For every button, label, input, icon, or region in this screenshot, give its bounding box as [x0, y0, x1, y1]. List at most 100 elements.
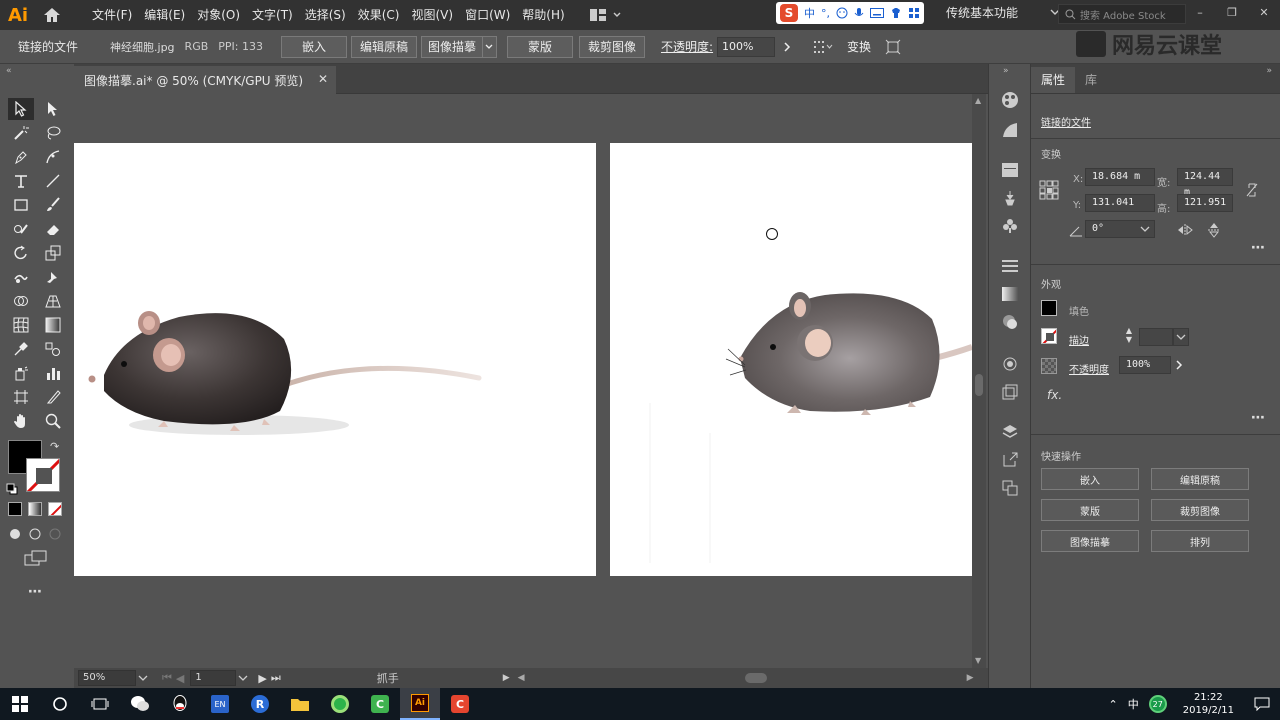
mesh-tool-icon[interactable] — [8, 314, 34, 336]
tray-badge[interactable]: 27 — [1148, 695, 1167, 713]
chevron-right-icon[interactable] — [1175, 360, 1183, 370]
menu-help[interactable]: 帮助(H) — [516, 0, 570, 30]
sogou-icon[interactable]: S — [780, 4, 798, 22]
zoom-tool-icon[interactable] — [40, 410, 66, 432]
qa-embed-button[interactable]: 嵌入 — [1041, 468, 1139, 490]
first-artboard-icon[interactable]: ⏮ — [162, 671, 172, 685]
menu-file[interactable]: 文件(F) — [86, 0, 138, 30]
chevron-down-icon[interactable] — [138, 674, 148, 682]
perspective-grid-tool-icon[interactable] — [40, 290, 66, 312]
default-colors-icon[interactable] — [6, 480, 18, 495]
qa-edit-original-button[interactable]: 编辑原稿 — [1151, 468, 1249, 490]
stroke-weight-stepper[interactable]: ▲ ▼ — [1121, 326, 1137, 346]
mic-icon[interactable] — [854, 7, 864, 19]
qq-icon[interactable] — [160, 688, 200, 720]
linked-filename[interactable]: 神经细胞.jpg — [110, 39, 175, 55]
opacity-input[interactable]: 100% — [717, 36, 776, 57]
camtasia-green-icon[interactable]: C — [360, 688, 400, 720]
mouse-photo-image[interactable] — [74, 143, 596, 576]
next-artboard-icon[interactable]: ▶ — [258, 672, 266, 685]
stroke-weight-input[interactable] — [1139, 328, 1173, 346]
transform-link[interactable]: 变换 — [847, 38, 871, 55]
menu-window[interactable]: 窗口(W) — [459, 0, 516, 30]
opacity-value-input[interactable]: 100% — [1119, 356, 1171, 374]
artboards-panel-icon[interactable] — [1000, 478, 1020, 498]
keyboard-icon[interactable] — [870, 8, 884, 18]
opacity-label[interactable]: 不透明度: — [661, 38, 713, 55]
crop-image-button[interactable]: 裁剪图像 — [578, 35, 645, 58]
x-input[interactable]: 18.684 m — [1085, 168, 1155, 186]
type-tool-icon[interactable] — [8, 170, 34, 192]
eraser-tool-icon[interactable] — [40, 218, 66, 240]
selection-tool-icon[interactable] — [8, 98, 34, 120]
ime-toolbar[interactable]: S 中 °, — [776, 2, 924, 24]
hand-tool-icon[interactable] — [8, 410, 34, 432]
flip-vertical-icon[interactable] — [1207, 222, 1221, 238]
mask-button[interactable]: 蒙版 — [506, 35, 573, 58]
last-artboard-icon[interactable]: ⏭ — [271, 671, 281, 685]
stroke-panel-icon[interactable] — [1000, 256, 1020, 276]
height-input[interactable]: 121.951 — [1177, 194, 1233, 212]
brushes-icon[interactable] — [1000, 188, 1020, 208]
symbol-sprayer-tool-icon[interactable] — [8, 362, 34, 384]
ime-mode[interactable]: 中 — [804, 5, 815, 21]
file-explorer-icon[interactable] — [280, 688, 320, 720]
edit-original-button[interactable]: 编辑原稿 — [350, 35, 417, 58]
task-view-icon[interactable] — [80, 688, 120, 720]
y-input[interactable]: 131.041 — [1085, 194, 1155, 212]
align-icon[interactable] — [813, 40, 833, 54]
direct-selection-tool-icon[interactable] — [40, 98, 66, 120]
collapse-panel-icon[interactable]: » — [1266, 66, 1272, 76]
fx-button[interactable]: fx. — [1047, 388, 1062, 402]
toolbox-icon[interactable] — [908, 7, 920, 19]
collapse-strip-icon[interactable]: » — [1003, 66, 1009, 76]
notification-center-icon[interactable] — [1244, 697, 1280, 711]
lasso-tool-icon[interactable] — [40, 122, 66, 144]
reference-point-icon[interactable] — [1039, 180, 1059, 200]
opacity-link[interactable]: 不透明度 — [1069, 361, 1109, 376]
artboard-number-input[interactable]: 1 — [190, 670, 237, 686]
symbols-icon[interactable] — [1000, 216, 1020, 236]
color-guide-icon[interactable] — [1000, 120, 1020, 140]
document-tab[interactable]: 图像描摹.ai* @ 50% (CMYK/GPU 预览) ✕ — [74, 66, 336, 94]
column-graph-tool-icon[interactable] — [40, 362, 66, 384]
width-input[interactable]: 124.44 m — [1177, 168, 1233, 198]
scroll-up-icon[interactable]: ▲ — [975, 96, 981, 105]
stroke-color-swatch[interactable] — [1041, 328, 1057, 344]
eyedropper-tool-icon[interactable] — [8, 338, 34, 360]
artboard-left[interactable] — [74, 143, 596, 576]
paintbrush-tool-icon[interactable] — [40, 194, 66, 216]
stroke-swatch[interactable] — [26, 458, 60, 492]
blend-tool-icon[interactable] — [40, 338, 66, 360]
slice-tool-icon[interactable] — [40, 386, 66, 408]
gradient-mode-icon[interactable] — [28, 502, 42, 516]
image-trace-dropdown[interactable] — [482, 35, 497, 58]
prev-artboard-icon[interactable]: ◀ — [176, 672, 184, 685]
qa-mask-button[interactable]: 蒙版 — [1041, 499, 1139, 521]
zoom-level-input[interactable]: 50% — [78, 670, 136, 686]
shape-builder-tool-icon[interactable] — [8, 290, 34, 312]
line-tool-icon[interactable] — [40, 170, 66, 192]
emoji-icon[interactable] — [836, 7, 848, 19]
swap-colors-icon[interactable]: ↷ — [50, 440, 59, 453]
menu-effect[interactable]: 效果(C) — [352, 0, 406, 30]
scale-tool-icon[interactable] — [40, 242, 66, 264]
tray-overflow-icon[interactable]: ⌃ — [1109, 698, 1118, 711]
flip-horizontal-icon[interactable] — [1177, 222, 1193, 236]
gradient-panel-icon[interactable] — [1000, 284, 1020, 304]
graphic-styles-icon[interactable] — [1000, 382, 1020, 402]
more-options-icon[interactable]: ⋯ — [1251, 410, 1265, 426]
menu-type[interactable]: 文字(T) — [246, 0, 299, 30]
pen-tool-icon[interactable] — [8, 146, 34, 168]
artboard-tool-icon[interactable] — [8, 386, 34, 408]
illustrator-taskbar-icon[interactable]: Ai — [400, 688, 440, 720]
skin-icon[interactable] — [890, 7, 902, 19]
status-menu-icon[interactable]: ▶ — [503, 673, 510, 683]
image-trace-button[interactable]: 图像描摹 — [420, 35, 483, 58]
windows-start-icon[interactable] — [0, 688, 40, 720]
rotate-tool-icon[interactable] — [8, 242, 34, 264]
transform-icon[interactable] — [885, 39, 901, 55]
swatches-icon[interactable] — [1000, 160, 1020, 180]
gradient-tool-icon[interactable] — [40, 314, 66, 336]
embed-button[interactable]: 嵌入 — [280, 35, 347, 58]
